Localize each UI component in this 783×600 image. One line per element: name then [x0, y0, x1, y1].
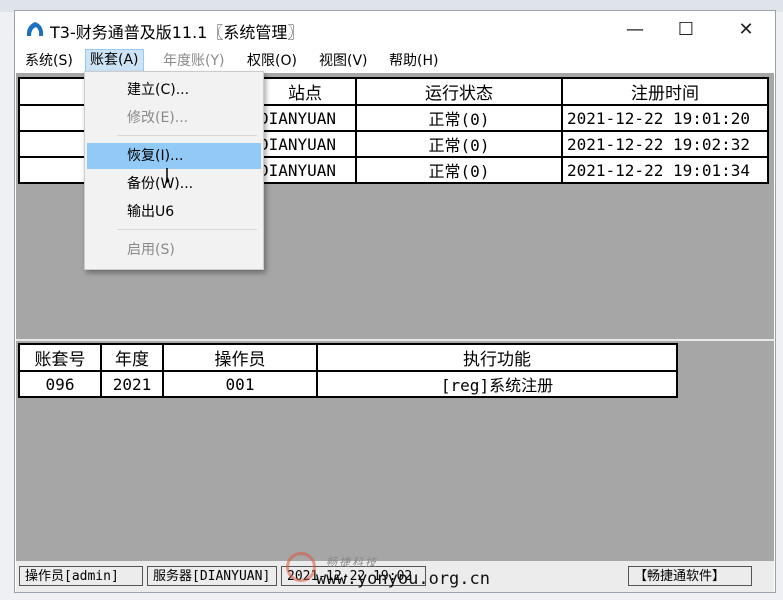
table-cell: 正常(0)	[355, 130, 563, 158]
status-brand: 【畅捷通软件】	[628, 566, 752, 586]
menu-permission[interactable]: 权限(O)	[243, 50, 301, 72]
maximize-button[interactable]: ☐	[663, 11, 709, 47]
watermark-logo-icon	[286, 552, 316, 582]
status-operator: 操作员[admin]	[19, 566, 143, 586]
pane-divider[interactable]	[16, 339, 774, 341]
column-header[interactable]: 站点	[253, 77, 357, 106]
menu-item-modify[interactable]: 修改(E)...	[87, 105, 261, 131]
table-cell: 096	[18, 370, 102, 398]
watermark-cn-text: 畅捷科技	[326, 556, 378, 569]
menu-system[interactable]: 系统(S)	[21, 50, 77, 72]
menu-bar: 系统(S) 账套(A) 年度账(Y) 权限(O) 视图(V) 帮助(H)	[15, 47, 775, 73]
menu-item-create[interactable]: 建立(C)...	[87, 77, 261, 103]
table-cell: DIANYUAN	[253, 104, 357, 132]
column-header[interactable]: 年度	[100, 343, 164, 372]
table-header-row: 账套号 年度 操作员 执行功能	[18, 343, 678, 372]
menu-account-set[interactable]: 账套(A)	[85, 49, 144, 73]
table-cell: 2021-12-22 19:02:32	[561, 130, 769, 158]
table-cell: DIANYUAN	[253, 130, 357, 158]
app-logo-icon	[26, 22, 44, 36]
table-cell: 正常(0)	[355, 156, 563, 184]
window-title: T3-财务通普及版11.1〖系统管理〗	[50, 23, 304, 42]
table-cell: 001	[162, 370, 318, 398]
column-header[interactable]: 操作员	[162, 343, 318, 372]
table-cell: [reg]系统注册	[316, 370, 678, 398]
close-button[interactable]: ✕	[723, 11, 769, 47]
menu-separator	[117, 229, 257, 230]
column-header[interactable]: 运行状态	[355, 77, 563, 106]
table-cell: 2021	[100, 370, 164, 398]
menu-annual-account[interactable]: 年度账(Y)	[159, 50, 228, 72]
watermark: 畅捷科技 www.yonyou.org.cn	[286, 552, 526, 596]
table-cell: 2021-12-22 19:01:34	[561, 156, 769, 184]
menu-separator	[117, 135, 257, 136]
menu-item-enable[interactable]: 启用(S)	[87, 237, 261, 263]
table-row[interactable]: 096 2021 001 [reg]系统注册	[18, 370, 678, 398]
menu-item-restore[interactable]: 恢复(I)...	[87, 143, 261, 169]
table-cell: 正常(0)	[355, 104, 563, 132]
column-header[interactable]: 注册时间	[561, 77, 769, 106]
column-header[interactable]: 账套号	[18, 343, 102, 372]
column-header[interactable]: 执行功能	[316, 343, 678, 372]
mouse-cursor-icon	[166, 168, 170, 184]
tasks-table: 账套号 年度 操作员 执行功能 096 2021 001 [reg]系统注册	[18, 343, 678, 398]
menu-view[interactable]: 视图(V)	[315, 50, 372, 72]
menu-help[interactable]: 帮助(H)	[385, 50, 442, 72]
minimize-button[interactable]: —	[612, 11, 658, 47]
watermark-url: www.yonyou.org.cn	[316, 569, 490, 589]
menu-item-export-u6[interactable]: 输出U6	[87, 199, 261, 225]
table-cell: DIANYUAN	[253, 156, 357, 184]
status-server: 服务器[DIANYUAN]	[147, 566, 277, 586]
table-cell: 2021-12-22 19:01:20	[561, 104, 769, 132]
title-bar: T3-财务通普及版11.1〖系统管理〗 — ☐ ✕	[15, 11, 775, 47]
